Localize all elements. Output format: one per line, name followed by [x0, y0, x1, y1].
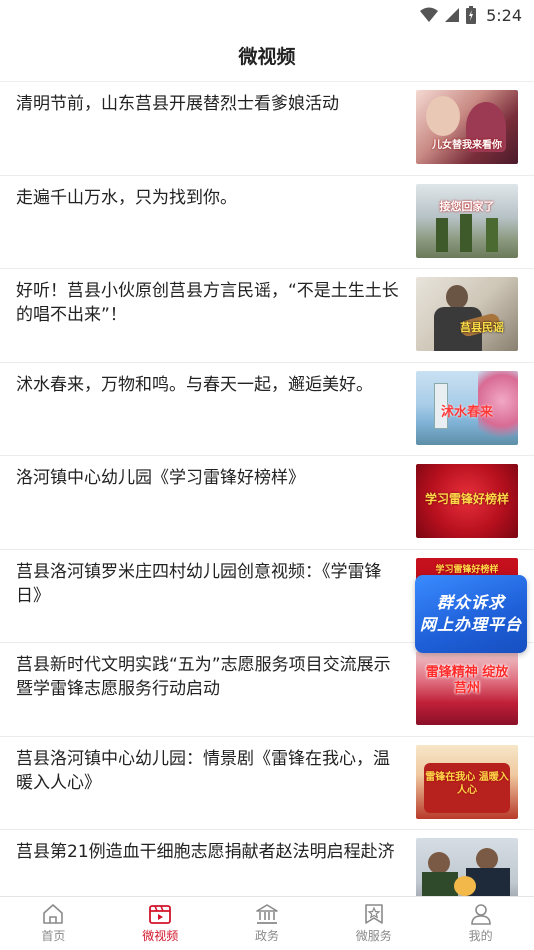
tab-video[interactable]: 微视频: [107, 897, 214, 950]
portrait-shape: [428, 852, 450, 874]
tab-label: 微服务: [355, 929, 392, 943]
list-item[interactable]: 莒县第21例造血干细胞志愿捐献者赵法明启程赴济: [0, 830, 534, 896]
battery-icon: [466, 6, 477, 24]
video-thumbnail[interactable]: 学习雷锋好榜样: [416, 464, 518, 538]
status-bar: 5:24: [0, 0, 534, 30]
thumb-caption: 学习雷锋好榜样: [424, 492, 509, 506]
thumb-caption: 沭水春来: [440, 404, 493, 420]
figure-shape: [422, 872, 458, 896]
tab-home[interactable]: 首页: [0, 897, 107, 950]
item-title: 清明节前，山东莒县开展替烈士看爹娘活动: [16, 94, 339, 114]
portrait-shape: [446, 285, 468, 309]
list-item[interactable]: 走遍千山万水，只为找到你。 接您回家了: [0, 176, 534, 269]
thumb-caption: 接您回家了: [439, 199, 495, 213]
list-item[interactable]: 莒县洛河镇中心幼儿园：情景剧《雷锋在我心，温暖入人心》 雷锋在我心 温暖入人心: [0, 737, 534, 830]
bottom-tab-bar: 首页 微视频 政务 微服务 我的: [0, 896, 534, 950]
public-appeal-banner[interactable]: 群众诉求 网上办理平台: [415, 575, 527, 653]
video-thumbnail[interactable]: 儿女替我来看你: [416, 90, 518, 164]
list-item[interactable]: 沭水春来，万物和鸣。与春天一起，邂逅美好。 沭水春来: [0, 363, 534, 456]
figure-shape: [460, 213, 472, 252]
thumb-caption: 雷锋精神 绽放莒州: [425, 665, 509, 696]
video-thumbnail[interactable]: 雷锋精神 绽放莒州: [416, 651, 518, 725]
figure-shape: [436, 217, 448, 252]
item-title: 沭水春来，万物和鸣。与春天一起，邂逅美好。: [16, 374, 373, 395]
thumb-caption: 儿女替我来看你: [432, 140, 502, 151]
item-title: 莒县洛河镇中心幼儿园：情景剧《雷锋在我心，温暖入人心》: [16, 748, 390, 793]
signal-icon: [445, 8, 460, 22]
wifi-icon: [420, 7, 439, 22]
tab-label: 政务: [254, 929, 279, 943]
portrait-shape: [476, 848, 498, 870]
video-thumbnail[interactable]: [416, 838, 518, 896]
tab-label: 首页: [41, 929, 66, 943]
status-time: 5:24: [486, 5, 522, 25]
list-item[interactable]: 清明节前，山东莒县开展替烈士看爹娘活动 儿女替我来看你: [0, 82, 534, 176]
video-thumbnail[interactable]: 雷锋在我心 温暖入人心: [416, 744, 518, 819]
thumb-caption: 莒县民谣: [460, 321, 504, 334]
list-item[interactable]: 莒县新时代文明实践“五为”志愿服务项目交流展示暨学雷锋志愿服务行动启动 雷锋精神…: [0, 643, 534, 737]
tab-label: 我的: [468, 929, 493, 943]
list-item[interactable]: 好听！莒县小伙原创莒县方言民谣，“不是土生土长的唱不出来”！ 莒县民谣: [0, 269, 534, 363]
thumb-caption: 学习雷锋好榜样: [435, 564, 499, 575]
item-title: 好听！莒县小伙原创莒县方言民谣，“不是土生土长的唱不出来”！: [16, 281, 399, 325]
tab-label: 微视频: [142, 929, 179, 943]
banner-line-1: 群众诉求: [436, 593, 505, 612]
title-bar: 微视频: [0, 30, 534, 82]
thumb-caption: 雷锋在我心 温暖入人心: [425, 771, 509, 796]
tab-government[interactable]: 政务: [214, 897, 321, 950]
page-title: 微视频: [238, 46, 296, 68]
portrait-shape: [426, 96, 460, 136]
video-thumbnail[interactable]: 莒县民谣: [416, 277, 518, 351]
figure-shape: [486, 217, 498, 252]
home-icon: [43, 904, 64, 924]
service-icon: [364, 904, 383, 924]
list-item[interactable]: 洛河镇中心幼儿园《学习雷锋好榜样》 学习雷锋好榜样: [0, 456, 534, 550]
profile-icon: [470, 904, 491, 925]
flowers-shape: [454, 876, 476, 896]
video-thumbnail[interactable]: 接您回家了: [416, 183, 518, 258]
banner-line-2: 网上办理平台: [419, 615, 522, 634]
government-icon: [256, 904, 278, 924]
tab-service[interactable]: 微服务: [320, 897, 427, 950]
item-title: 走遍千山万水，只为找到你。: [16, 187, 237, 208]
item-title: 洛河镇中心幼儿园《学习雷锋好榜样》: [16, 468, 305, 488]
video-thumbnail[interactable]: 沭水春来: [416, 370, 518, 445]
video-list: 清明节前，山东莒县开展替烈士看爹娘活动 儿女替我来看你 走遍千山万水，只为找到你…: [0, 82, 534, 896]
item-title: 莒县新时代文明实践“五为”志愿服务项目交流展示暨学雷锋志愿服务行动启动: [16, 655, 391, 699]
video-icon: [149, 905, 172, 924]
item-title: 莒县洛河镇罗米庄四村幼儿园创意视频：《学雷锋日》: [16, 561, 382, 606]
item-title: 莒县第21例造血干细胞志愿捐献者赵法明启程赴济: [16, 842, 395, 862]
tab-profile[interactable]: 我的: [427, 897, 534, 950]
